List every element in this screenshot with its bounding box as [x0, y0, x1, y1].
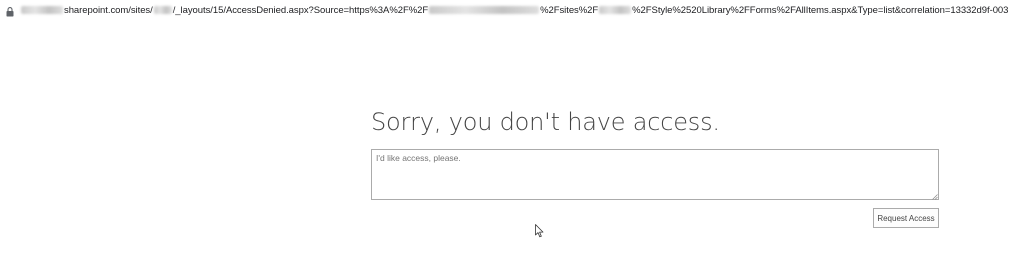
redacted-url-part — [153, 6, 172, 15]
request-access-button[interactable]: Request Access — [873, 208, 939, 228]
redacted-url-part — [21, 6, 63, 15]
redacted-url-part — [429, 6, 540, 15]
resize-grip-icon[interactable] — [932, 194, 938, 200]
access-denied-panel: Sorry, you don't have access. Request Ac… — [371, 106, 939, 228]
redacted-url-part — [599, 6, 632, 15]
url-path: %2Fsites%2F — [540, 5, 599, 16]
url-path: /_layouts/15/AccessDenied.aspx?Source=ht… — [172, 5, 429, 16]
mouse-pointer-icon — [535, 224, 544, 238]
url-text[interactable]: sharepoint.com/sites/ /_layouts/15/Access… — [20, 5, 1008, 16]
access-request-message-field[interactable] — [371, 149, 939, 200]
url-path: %2FStyle%2520Library%2FForms%2FAllItems.… — [632, 5, 1009, 16]
page-title: Sorry, you don't have access. — [371, 108, 720, 136]
address-bar[interactable]: sharepoint.com/sites/ /_layouts/15/Access… — [0, 0, 1023, 24]
lock-icon — [6, 7, 14, 17]
url-domain: sharepoint.com/sites/ — [64, 5, 153, 16]
